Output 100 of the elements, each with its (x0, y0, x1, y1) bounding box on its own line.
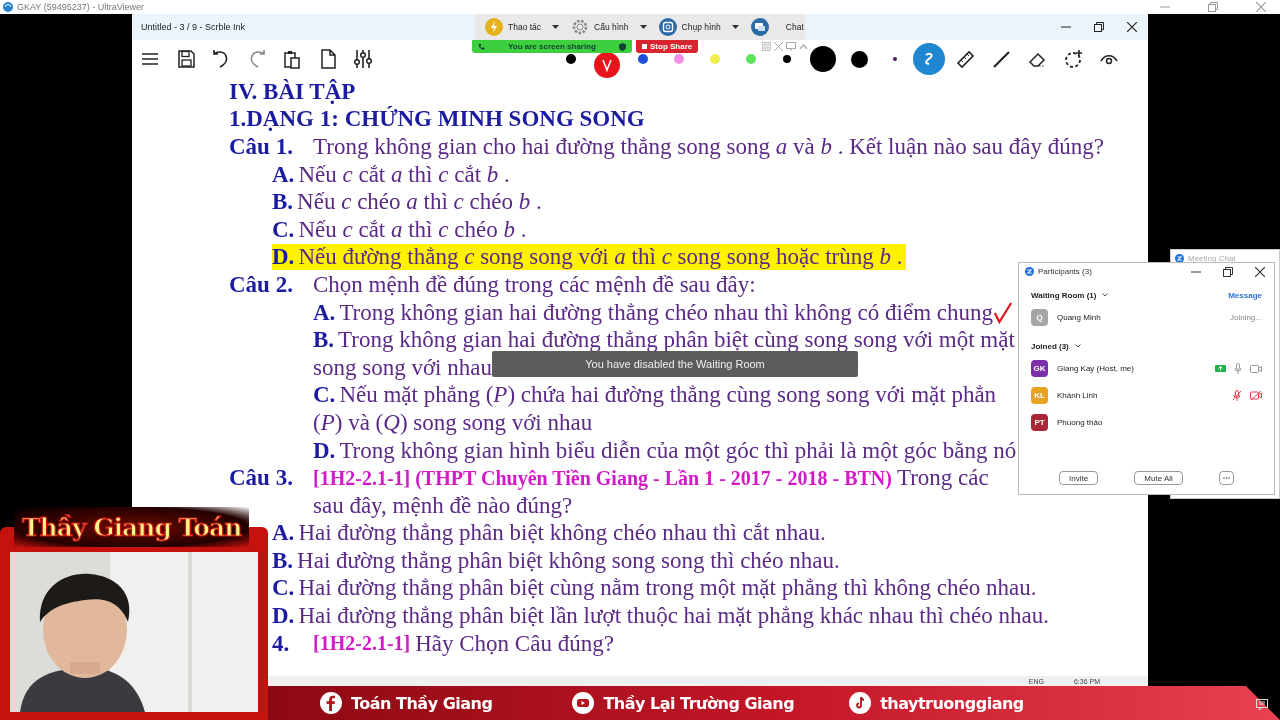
color-swatch[interactable] (746, 54, 756, 64)
microphone-icon[interactable] (1234, 363, 1242, 374)
question-source: [1H2-2.1-1] (313, 632, 411, 656)
webcam-title: Thầy Giang Toán (14, 507, 250, 547)
question-text: Trong các (896, 465, 989, 492)
phone-icon (478, 43, 485, 50)
camera-icon (658, 18, 677, 36)
facebook-icon[interactable] (320, 692, 342, 714)
option-letter: C. (272, 575, 295, 602)
video-camera-icon[interactable] (1250, 364, 1262, 373)
section-label: Waiting Room (1) (1031, 290, 1097, 300)
chevron-down-icon[interactable] (1074, 344, 1081, 348)
option-text: Nếu c cắt a thì c cắt b . (298, 161, 510, 188)
window-title: Participants (3) (1038, 267, 1093, 276)
caret-icon (731, 25, 739, 29)
option-text: Trong không gian hai đường thẳng phân biệt cùng song song với một mặt (338, 327, 1015, 354)
option-text: Trong không gian hai đường thẳng chéo nhau thì không có điểm chung (339, 299, 993, 326)
option-letter: D. (272, 603, 295, 630)
brush-size-dot[interactable] (850, 50, 868, 68)
participant-status: Joining... (1229, 313, 1262, 322)
settings-icon (571, 18, 590, 36)
social-handle[interactable]: Toán Thầy Giang (351, 693, 493, 713)
option-letter: C. (313, 382, 336, 409)
toolbar-label[interactable]: Chụp hình (681, 22, 721, 32)
brush-size-dot[interactable] (810, 46, 836, 72)
option-letter: B. (272, 547, 294, 574)
avatar: KL (1031, 387, 1048, 404)
selected-color-swatch[interactable] (594, 52, 620, 78)
option-letter: B. (313, 327, 335, 354)
option-letter: B. (272, 189, 294, 216)
toast-message: You have disabled the Waiting Room (585, 358, 765, 370)
lightning-icon (485, 18, 503, 36)
participant-name: Khánh Linh (1057, 391, 1099, 400)
option-letter: D. (313, 437, 336, 464)
option-text: Nếu c chéo a thì c chéo b . (297, 189, 542, 216)
caret-icon (552, 25, 560, 29)
option-text: Trong không gian hình biểu diễn của một góc thì phải là một góc bằng nó (339, 437, 1017, 464)
option-text: Hai đường thẳng phân biệt lần lượt thuộc hai mặt phẳng khác nhau thì chéo nhau. (298, 603, 1049, 630)
youtube-icon[interactable] (572, 692, 595, 714)
brush-size-dot[interactable] (893, 57, 897, 61)
line-icon (991, 49, 1011, 69)
brush-size-dot[interactable] (783, 55, 791, 63)
stop-share-button[interactable]: Stop Share (636, 40, 699, 53)
option-text: Hai đường thẳng phân biệt không song song thì chéo nhau. (297, 547, 840, 574)
option-letter: C. (272, 216, 295, 243)
option-text: (P) và (Q) song song với nhau (313, 409, 593, 436)
option-text: Nếu đường thẳng c song song với a thì c song song hoặc trùng b . (298, 244, 903, 271)
question-text: Trong không gian cho hai đường thẳng song song a và b . Kết luận nào sau đây đúng? (313, 134, 1104, 160)
more-button[interactable] (1219, 471, 1234, 485)
muted-microphone-icon[interactable] (1232, 390, 1242, 401)
avatar: Q (1031, 309, 1048, 326)
window-title: Untitled - 3 / 9 - Scrble Ink (141, 22, 246, 32)
section-label: Joined (3) (1031, 341, 1069, 351)
avatar: GK (1031, 360, 1048, 377)
close-icon[interactable] (1127, 22, 1137, 32)
restore-icon[interactable] (1223, 266, 1233, 277)
option-text: Hai đường thẳng phân biệt không chéo nhau thì cắt nhau. (298, 520, 826, 547)
restore-icon[interactable] (1094, 22, 1104, 32)
action-button[interactable]: Mute All (1134, 471, 1183, 485)
clipboard-icon[interactable] (282, 49, 302, 69)
social-handle[interactable]: Thầy Lại Trường Giang (603, 693, 795, 713)
color-swatch[interactable] (710, 54, 720, 64)
color-swatch[interactable] (566, 54, 576, 64)
action-button[interactable]: Invite (1059, 471, 1099, 485)
social-handle[interactable]: thaytruonggiang (880, 693, 1024, 713)
chevron-down-icon[interactable] (1102, 293, 1109, 297)
avatar: PT (1031, 414, 1048, 431)
message-link[interactable]: Message (1228, 290, 1262, 300)
app-logo-icon (1025, 267, 1034, 276)
toolbar-label[interactable]: Chat (785, 22, 804, 32)
question-number: Câu 2. (229, 271, 294, 298)
section-heading: 1.DẠNG 1: CHỨNG MINH SONG SONG (229, 106, 645, 133)
color-swatch[interactable] (674, 54, 684, 64)
save-icon[interactable] (175, 49, 196, 69)
tiktok-icon[interactable] (849, 692, 872, 714)
toolbar-label[interactable]: Thao tác (508, 22, 542, 32)
toolbar-label[interactable]: Cấu hình (594, 22, 629, 32)
question-number: 4. (272, 630, 291, 657)
notification-icon[interactable] (1256, 699, 1268, 710)
stop-icon (642, 44, 647, 49)
window-title: GKAY (59495237) - UltraViewer (17, 2, 146, 12)
ruler-icon (955, 49, 975, 69)
sliders-icon[interactable] (353, 49, 373, 69)
sharing-status: You are screen sharing (508, 42, 596, 51)
option-letter: A. (313, 299, 336, 326)
question-number: Câu 1. (229, 134, 294, 160)
window-title: Meeting Chat (1188, 254, 1236, 263)
question-source: [1H2-2.1-1] (THPT Chuyên Tiền Giang - Lần 1 - 2017 - 2018 - BTN) (313, 466, 892, 490)
option-text: Nếu c cắt a thì c chéo b . (298, 216, 527, 243)
option-text: Hai đường thẳng phân biệt cùng nằm trong một mặt phẳng thì không chéo nhau. (298, 575, 1037, 602)
pen-tool[interactable] (913, 43, 945, 75)
option-letter: A. (272, 161, 295, 188)
close-icon[interactable] (1255, 266, 1265, 277)
color-swatch[interactable] (638, 54, 648, 64)
option-text: Nếu mặt phẳng (P) chứa hai đường thẳng cùng song song với mặt phẳn (339, 382, 997, 409)
video-off-icon[interactable] (1250, 391, 1262, 400)
caret-icon (639, 25, 647, 29)
lasso-icon (1063, 49, 1083, 69)
participant-name: Giang Kay (Host, me) (1057, 364, 1135, 373)
participant-name: Quang Minh (1057, 313, 1102, 322)
